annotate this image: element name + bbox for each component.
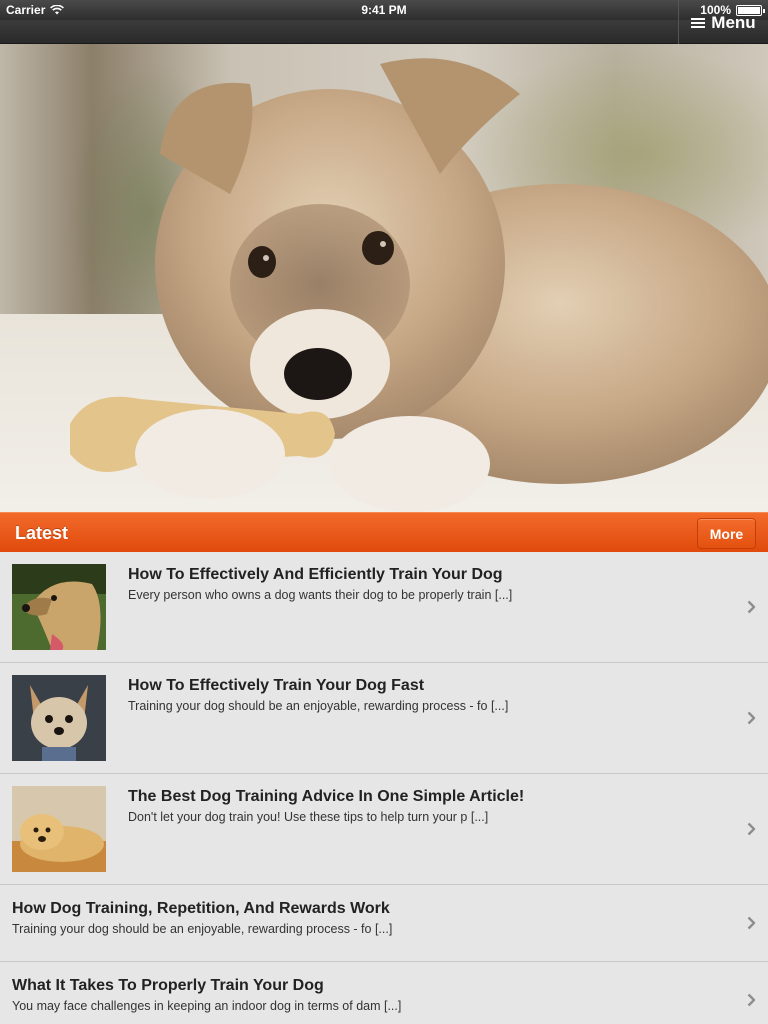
list-item[interactable]: How To Effectively Train Your Dog Fast T… (0, 663, 768, 774)
chevron-right-icon (747, 822, 756, 836)
article-title: How To Effectively And Efficiently Train… (128, 566, 503, 583)
list-item[interactable]: How To Effectively And Efficiently Train… (0, 552, 768, 663)
article-thumbnail (12, 564, 106, 650)
hero-image[interactable] (0, 44, 768, 512)
section-title: Latest (15, 523, 69, 543)
article-title: How Dog Training, Repetition, And Reward… (12, 900, 390, 917)
article-excerpt: Training your dog should be an enjoyable… (12, 922, 393, 936)
nav-bar: Menu (0, 0, 768, 44)
chevron-right-icon (747, 993, 756, 1007)
list-item[interactable]: The Best Dog Training Advice In One Simp… (0, 774, 768, 885)
status-bar: Carrier 9:41 PM 100% (0, 0, 768, 20)
article-title: The Best Dog Training Advice In One Simp… (128, 788, 525, 805)
menu-label: Menu (711, 13, 756, 32)
chevron-right-icon (747, 711, 756, 725)
menu-button[interactable]: Menu (678, 0, 768, 44)
article-excerpt: Don't let your dog train you! Use these … (128, 810, 489, 824)
article-title: What It Takes To Properly Train Your Dog (12, 977, 324, 994)
article-excerpt: Every person who owns a dog wants their … (128, 588, 513, 602)
chevron-right-icon (747, 600, 756, 614)
hamburger-icon (691, 17, 706, 29)
list-item[interactable]: What It Takes To Properly Train Your Dog… (0, 962, 768, 1024)
article-thumbnail (12, 786, 106, 872)
article-list: How To Effectively And Efficiently Train… (0, 552, 768, 1024)
article-thumbnail (12, 675, 106, 761)
puppy-illustration (70, 58, 768, 512)
latest-section-header: Latest More (0, 512, 768, 552)
more-button[interactable]: More (697, 518, 756, 549)
article-excerpt: You may face challenges in keeping an in… (12, 999, 402, 1013)
list-item[interactable]: How Dog Training, Repetition, And Reward… (0, 885, 768, 962)
clock: 9:41 PM (361, 3, 407, 17)
article-excerpt: Training your dog should be an enjoyable… (128, 699, 509, 713)
chevron-right-icon (747, 916, 756, 930)
article-title: How To Effectively Train Your Dog Fast (128, 677, 425, 694)
